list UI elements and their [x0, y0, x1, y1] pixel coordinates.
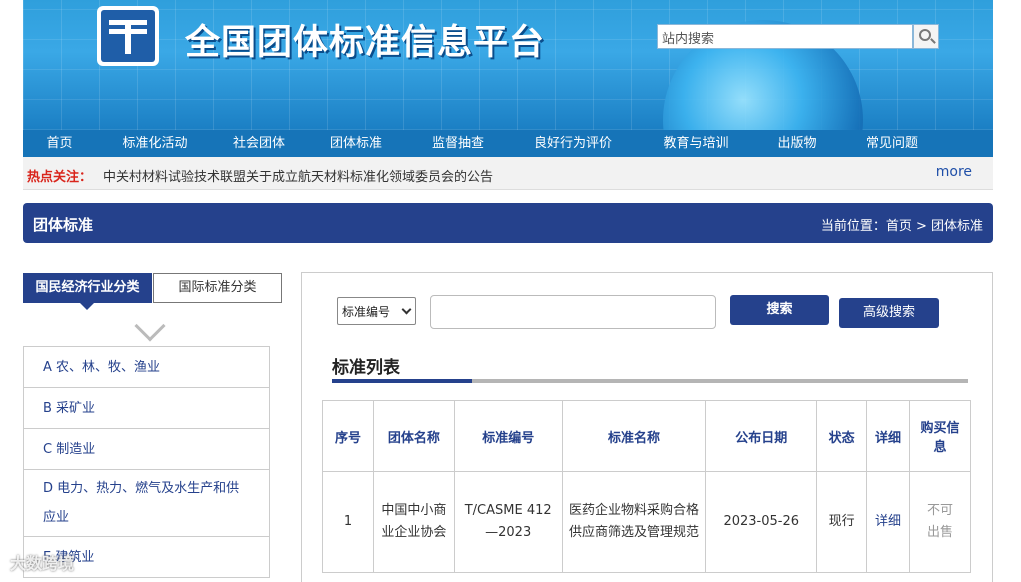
tab-industry-classification[interactable]: 国民经济行业分类: [23, 273, 152, 310]
search-button[interactable]: 搜索: [730, 295, 829, 325]
logo-mark-icon: [101, 10, 155, 62]
nav-item-publications[interactable]: 出版物: [754, 130, 840, 157]
keyword-input[interactable]: [430, 295, 716, 329]
col-name: 标准名称: [561, 400, 707, 472]
hot-news-bar: 热点关注： 中关村材料试验技术联盟关于成立航天材料标准化领域委员会的公告 mor…: [23, 157, 993, 190]
cell-code: T/CASME 412—2023: [453, 471, 563, 573]
hot-news-label: 热点关注：: [27, 170, 93, 185]
site-search-button[interactable]: [913, 24, 939, 49]
category-item[interactable]: A 农、林、牧、渔业: [23, 347, 270, 388]
main-nav: 首页 标准化活动 社会团体 团体标准 监督抽查 良好行为评价 教育与培训 出版物…: [23, 130, 993, 157]
category-item[interactable]: C 制造业: [23, 429, 270, 470]
table-row: 1 中国中小商业企业协会 T/CASME 412—2023 医药企业物料采购合格…: [322, 471, 971, 573]
chevron-down-icon: [134, 310, 166, 342]
category-item[interactable]: B 采矿业: [23, 388, 270, 429]
cell-name: 医药企业物料采购合格供应商筛选及管理规范: [561, 471, 707, 573]
col-society: 团体名称: [372, 400, 455, 472]
site-logo[interactable]: [97, 6, 159, 66]
nav-item-home[interactable]: 首页: [23, 130, 96, 157]
search-field-select-value: 标准编号: [342, 305, 391, 319]
nav-item-societies[interactable]: 社会团体: [214, 130, 304, 157]
hot-news-link[interactable]: 中关村材料试验技术联盟关于成立航天材料标准化领域委员会的公告: [103, 166, 493, 185]
category-list: A 农、林、牧、渔业 B 采矿业 C 制造业 D 电力、热力、燃气及水生产和供应…: [23, 346, 270, 578]
category-item[interactable]: D 电力、热力、燃气及水生产和供应业: [23, 470, 270, 537]
cell-status: 现行: [816, 471, 868, 573]
tab-international-classification[interactable]: 国际标准分类: [153, 273, 282, 303]
table-header-row: 序号 团体名称 标准编号 标准名称 公布日期 状态 详细 购买信息: [322, 400, 971, 472]
section-title: 团体标准: [33, 216, 94, 234]
search-field-select[interactable]: 标准编号: [337, 297, 416, 325]
cell-purchase: 不可出售: [909, 471, 971, 573]
detail-link[interactable]: 详细: [866, 471, 911, 573]
col-detail: 详细: [866, 400, 911, 472]
nav-item-education[interactable]: 教育与培训: [638, 130, 754, 157]
cell-society: 中国中小商业企业协会: [372, 471, 455, 573]
title-underline: [332, 379, 472, 383]
section-bar: 团体标准 当前位置：首页 > 团体标准: [23, 203, 993, 243]
col-code: 标准编号: [453, 400, 563, 472]
col-purchase: 购买信息: [909, 400, 971, 472]
nav-item-inspection[interactable]: 监督抽查: [408, 130, 508, 157]
category-tabs: 国民经济行业分类 国际标准分类: [23, 273, 282, 310]
cell-date: 2023-05-26: [705, 471, 818, 573]
col-status: 状态: [816, 400, 868, 472]
site-header: 全国团体标准信息平台 站内搜索: [23, 0, 993, 130]
nav-item-standards[interactable]: 团体标准: [304, 130, 408, 157]
chevron-down-icon: [401, 304, 412, 315]
col-index: 序号: [322, 400, 374, 472]
nav-item-evaluation[interactable]: 良好行为评价: [508, 130, 638, 157]
search-icon-handle: [930, 38, 936, 44]
title-underline-rule: [472, 379, 968, 383]
list-title: 标准列表: [332, 358, 400, 378]
standards-panel: 标准编号 搜索 高级搜索 标准列表 序号 团体名称 标准编号 标准名称 公布日期…: [301, 272, 993, 582]
nav-item-activities[interactable]: 标准化活动: [96, 130, 214, 157]
col-date: 公布日期: [705, 400, 818, 472]
site-search-input[interactable]: 站内搜索: [657, 24, 913, 49]
breadcrumb[interactable]: 当前位置：首页 > 团体标准: [821, 215, 983, 234]
standards-table: 序号 团体名称 标准编号 标准名称 公布日期 状态 详细 购买信息 1 中国中小…: [322, 400, 971, 573]
watermark: 大数跨境: [10, 554, 75, 573]
nav-item-faq[interactable]: 常见问题: [840, 130, 944, 157]
cell-index: 1: [322, 471, 374, 573]
more-link[interactable]: more: [936, 164, 972, 180]
advanced-search-button[interactable]: 高级搜索: [839, 298, 939, 328]
site-title: 全国团体标准信息平台: [185, 23, 546, 63]
